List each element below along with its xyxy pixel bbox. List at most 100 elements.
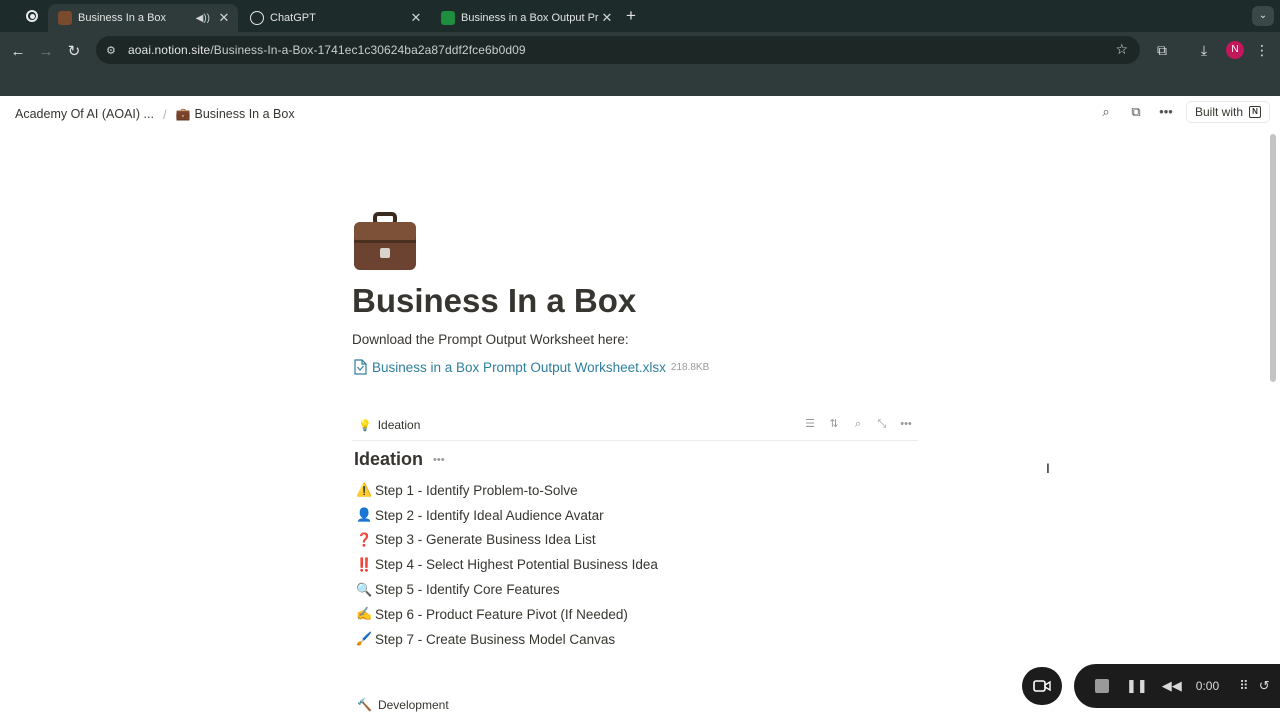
recorder-controls: ❚❚ ◀◀ 0:00 ⠿ ↺ bbox=[1074, 664, 1280, 708]
breadcrumb-page-label: Business In a Box bbox=[194, 107, 295, 121]
built-with-label: Built with bbox=[1194, 105, 1243, 119]
tab-search-chevron-icon[interactable]: ⌄ bbox=[1252, 6, 1274, 26]
step-label: Step 5 - Identify Core Features bbox=[375, 582, 560, 598]
hammer-icon: 🔨 bbox=[357, 698, 372, 712]
recording-indicator-icon[interactable] bbox=[26, 10, 38, 22]
text-cursor-icon: I bbox=[1046, 460, 1050, 476]
sort-icon[interactable]: ⇅ bbox=[826, 416, 842, 432]
url-text[interactable]: aoai.notion.site/Business-In-a-Box-1741e… bbox=[128, 43, 526, 57]
next-section-label: Development bbox=[377, 698, 449, 712]
db-view-label: Ideation bbox=[377, 418, 421, 432]
filter-icon[interactable]: ☰ bbox=[802, 416, 818, 432]
sheets-favicon-icon bbox=[441, 11, 455, 25]
more-options-icon[interactable]: ••• bbox=[898, 416, 914, 432]
breadcrumb: Academy Of AI (AOAI) ... / 💼 Business In… bbox=[15, 107, 295, 122]
url-path: /Business-In-a-Box-1741ec1c30624ba2a87dd… bbox=[210, 43, 526, 57]
reload-icon[interactable]: ↻ bbox=[64, 42, 84, 62]
section-title: Ideation bbox=[354, 449, 424, 469]
speaker-icon[interactable]: ◀)) bbox=[196, 13, 210, 24]
briefcase-icon[interactable] bbox=[352, 210, 418, 276]
question-icon: ❓ bbox=[356, 531, 373, 547]
list-item[interactable]: ‼️ Step 4 - Select Highest Potential Busi… bbox=[356, 552, 658, 577]
next-section-heading[interactable]: 🔨 Development bbox=[357, 698, 449, 712]
step-label: Step 7 - Create Business Model Canvas bbox=[375, 631, 616, 647]
list-item[interactable]: 👤 Step 2 - Identify Ideal Audience Avatar bbox=[356, 503, 658, 528]
file-link[interactable]: Business in a Box Prompt Output Workshee… bbox=[372, 360, 666, 375]
download-icon[interactable]: ⤓ bbox=[1194, 42, 1214, 59]
double-exclamation-icon: ‼️ bbox=[356, 556, 373, 572]
new-tab-icon[interactable]: + bbox=[626, 6, 636, 26]
section-heading: Ideation ••• bbox=[354, 449, 445, 470]
tab-title: ChatGPT bbox=[270, 12, 316, 24]
rewind-icon[interactable]: ◀◀ bbox=[1162, 678, 1182, 694]
video-camera-icon bbox=[1033, 680, 1051, 692]
step-label: Step 3 - Generate Business Idea List bbox=[375, 532, 596, 548]
search-icon[interactable]: ⌕ bbox=[1096, 102, 1116, 122]
site-settings-icon[interactable]: ⚙ bbox=[106, 44, 120, 57]
warning-icon: ⚠️ bbox=[356, 482, 373, 498]
step-label: Step 4 - Select Highest Potential Busine… bbox=[375, 557, 658, 573]
address-bar[interactable]: ⚙ aoai.notion.site/Business-In-a-Box-174… bbox=[96, 36, 1140, 64]
recording-timer: 0:00 bbox=[1195, 679, 1220, 693]
duplicate-icon[interactable]: ⧉ bbox=[1126, 102, 1146, 122]
stop-icon[interactable] bbox=[1095, 679, 1109, 693]
close-tab-icon[interactable]: ✕ bbox=[599, 10, 615, 26]
db-view-tab[interactable]: 💡 Ideation bbox=[358, 418, 420, 432]
person-icon: 👤 bbox=[356, 507, 373, 523]
list-item[interactable]: ✍️ Step 6 - Product Feature Pivot (If Nee… bbox=[356, 602, 658, 627]
tab-title: Business In a Box bbox=[78, 12, 167, 24]
briefcase-favicon-icon bbox=[58, 11, 72, 25]
steps-list: ⚠️ Step 1 - Identify Problem-to-Solve 👤 St… bbox=[356, 478, 658, 652]
breadcrumb-item-workspace[interactable]: Academy Of AI (AOAI) ... bbox=[15, 107, 154, 121]
camera-toggle-button[interactable] bbox=[1022, 667, 1062, 705]
back-arrow-icon[interactable]: ← bbox=[8, 42, 28, 62]
chatgpt-favicon-icon bbox=[250, 11, 264, 25]
magnifier-icon: 🔍 bbox=[356, 581, 373, 597]
tab-worksheet[interactable]: Business in a Box Output Pro ✕ bbox=[431, 4, 621, 32]
more-options-icon[interactable]: ••• bbox=[1156, 102, 1176, 122]
topbar-actions: ⌕ ⧉ ••• Built with N bbox=[1096, 101, 1270, 123]
step-label: Step 1 - Identify Problem-to-Solve bbox=[375, 482, 578, 498]
page-description: Download the Prompt Output Worksheet her… bbox=[352, 332, 629, 347]
tab-title: Business in a Box Output Pro bbox=[461, 12, 599, 24]
list-item[interactable]: 🔍 Step 5 - Identify Core Features bbox=[356, 577, 658, 602]
file-size: 218.8KB bbox=[670, 361, 710, 373]
step-label: Step 6 - Product Feature Pivot (If Neede… bbox=[375, 606, 628, 622]
browser-toolbar: ← → ↻ ⚙ aoai.notion.site/Business-In-a-B… bbox=[0, 32, 1280, 96]
notion-topbar: Academy Of AI (AOAI) ... / 💼 Business In… bbox=[0, 96, 1280, 132]
profile-avatar[interactable]: N bbox=[1226, 41, 1244, 59]
list-item[interactable]: ⚠️ Step 1 - Identify Problem-to-Solve bbox=[356, 478, 658, 503]
built-with-notion-button[interactable]: Built with N bbox=[1185, 101, 1270, 123]
briefcase-icon: 💼 bbox=[175, 107, 191, 121]
bookmark-star-icon[interactable]: ☆ bbox=[1115, 41, 1128, 58]
step-label: Step 2 - Identify Ideal Audience Avatar bbox=[375, 507, 604, 523]
more-options-icon[interactable]: ••• bbox=[433, 454, 445, 466]
list-item[interactable]: ❓ Step 3 - Generate Business Idea List bbox=[356, 528, 658, 553]
db-toolbar: ☰ ⇅ ⌕ ⤡ ••• bbox=[802, 416, 914, 432]
close-tab-icon[interactable]: ✕ bbox=[408, 10, 424, 26]
breadcrumb-item-page[interactable]: 💼 Business In a Box bbox=[176, 107, 295, 121]
tab-chatgpt[interactable]: ChatGPT ✕ bbox=[240, 4, 430, 32]
tab-business-in-a-box[interactable]: Business In a Box ◀)) ✕ bbox=[48, 4, 238, 32]
notion-logo-icon: N bbox=[1249, 106, 1261, 118]
browser-tab-strip: Business In a Box ◀)) ✕ ChatGPT ✕ Busine… bbox=[0, 0, 1280, 32]
paintbrush-icon: 🖌️ bbox=[356, 631, 373, 647]
extensions-icon[interactable]: ⧉ bbox=[1152, 42, 1172, 59]
grid-handle-icon[interactable]: ⠿ bbox=[1239, 678, 1249, 694]
list-item[interactable]: 🖌️ Step 7 - Create Business Model Canvas bbox=[356, 627, 658, 652]
browser-menu-icon[interactable]: ⋮ bbox=[1252, 42, 1272, 59]
expand-icon[interactable]: ⤡ bbox=[874, 416, 890, 432]
scrollbar[interactable] bbox=[1270, 134, 1276, 382]
search-icon[interactable]: ⌕ bbox=[850, 416, 866, 432]
file-attachment[interactable]: Business in a Box Prompt Output Workshee… bbox=[354, 359, 709, 375]
forward-arrow-icon[interactable]: → bbox=[36, 42, 56, 62]
pause-icon[interactable]: ❚❚ bbox=[1126, 678, 1148, 694]
page-title: Business In a Box bbox=[352, 282, 637, 319]
writing-hand-icon: ✍️ bbox=[356, 606, 373, 622]
restart-icon[interactable]: ↺ bbox=[1259, 678, 1270, 694]
database-header: 💡 Ideation ☰ ⇅ ⌕ ⤡ ••• bbox=[352, 410, 918, 441]
breadcrumb-separator: / bbox=[162, 106, 167, 122]
lightbulb-icon: 💡 bbox=[358, 419, 372, 432]
file-icon bbox=[354, 359, 367, 375]
close-tab-icon[interactable]: ✕ bbox=[216, 10, 232, 26]
